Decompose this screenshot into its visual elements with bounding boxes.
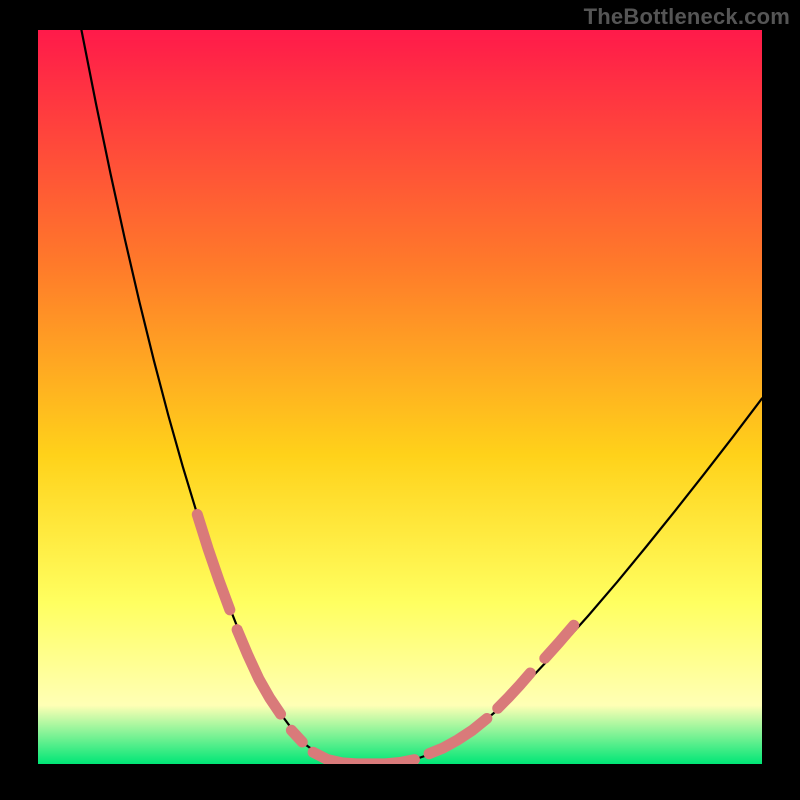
chart-svg — [38, 30, 762, 764]
watermark-text: TheBottleneck.com — [584, 4, 790, 30]
chart-frame: TheBottleneck.com — [0, 0, 800, 800]
plot-area — [38, 30, 762, 764]
gradient-background — [38, 30, 762, 764]
